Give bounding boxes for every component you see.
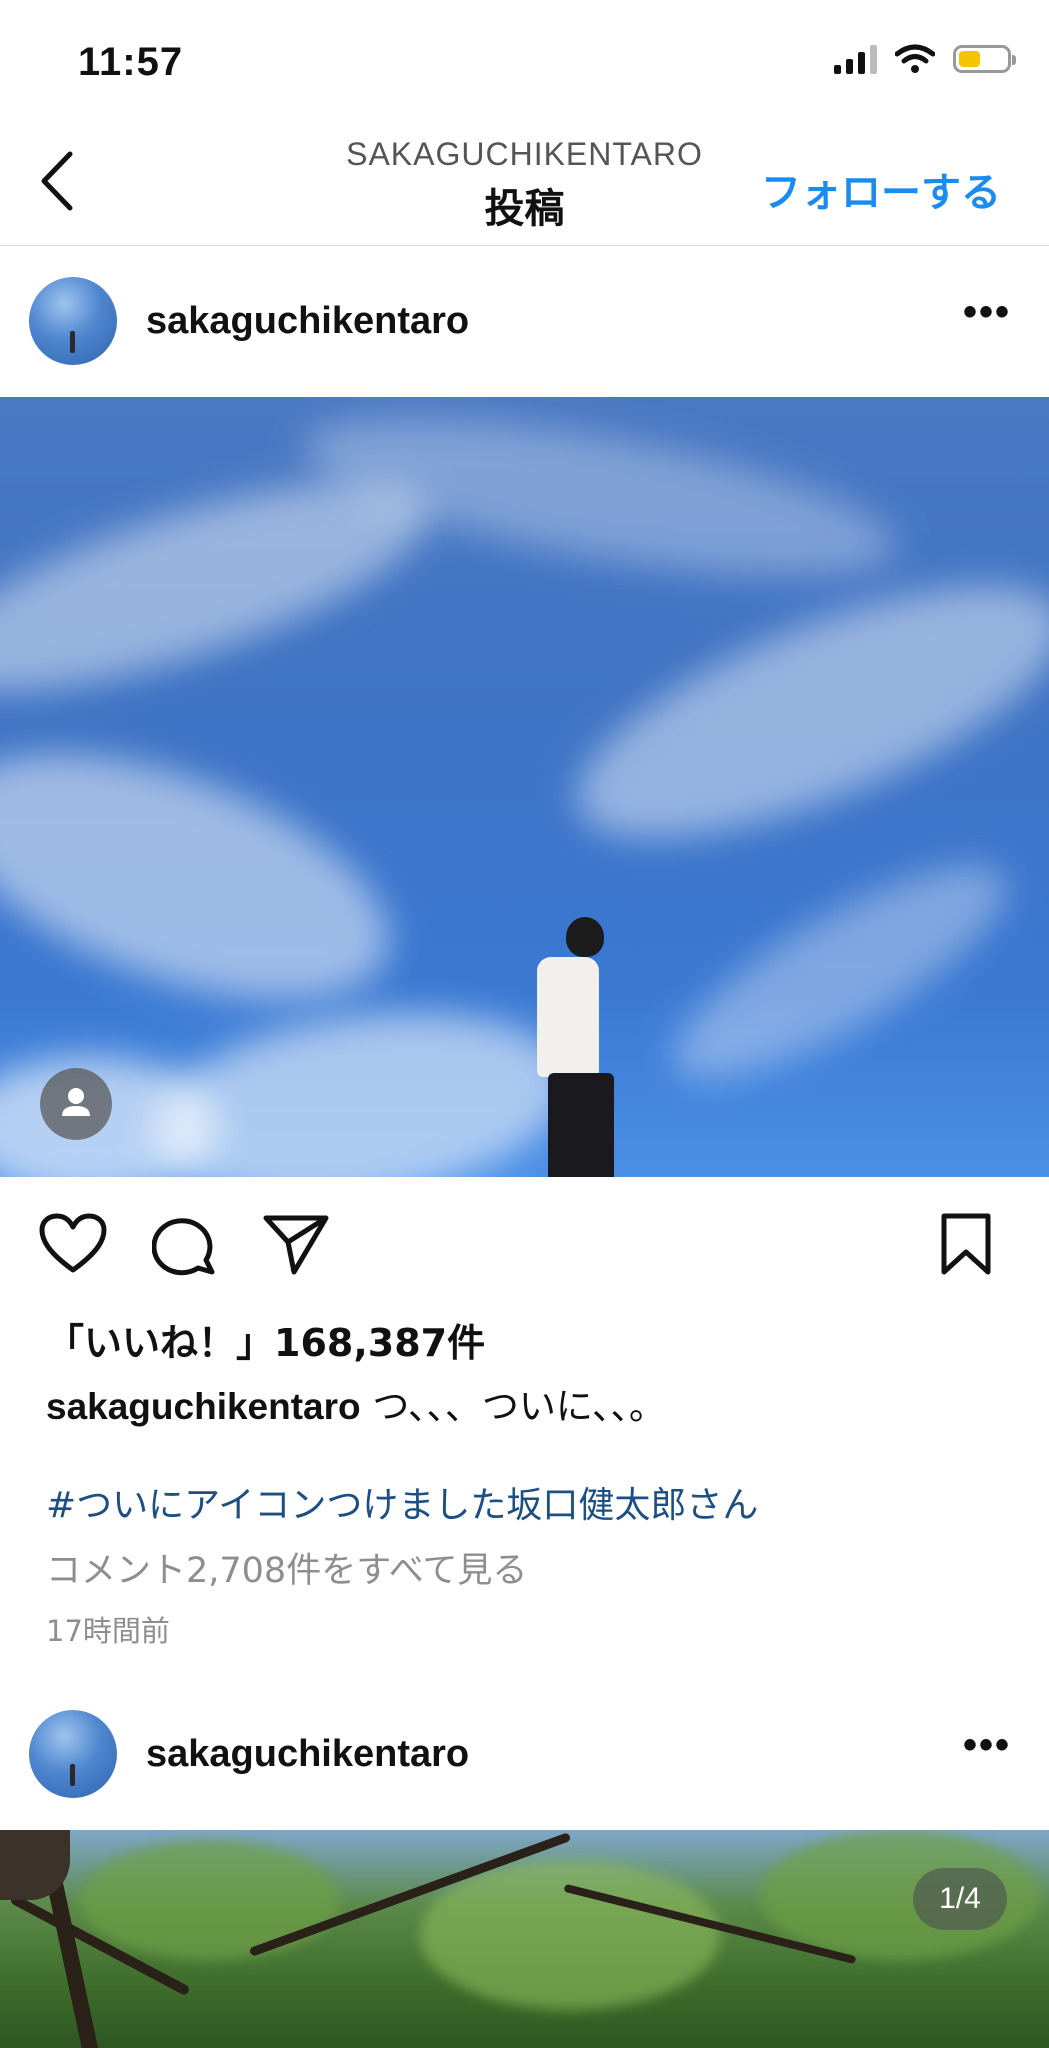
comment-icon[interactable] (152, 1212, 216, 1276)
post-photo[interactable] (0, 397, 1049, 1177)
status-icons (834, 44, 1016, 74)
wifi-icon (895, 44, 935, 73)
carousel-counter: 1/4 (913, 1868, 1007, 1930)
person-figure (566, 917, 604, 957)
post-caption: sakaguchikentaro つ、、、ついに、、。 (46, 1376, 666, 1430)
status-time: 11:57 (78, 40, 184, 84)
more-options-icon[interactable]: ••• (963, 290, 1011, 335)
more-options-icon[interactable]: ••• (963, 1723, 1011, 1768)
avatar[interactable] (29, 277, 117, 365)
like-count[interactable]: 「いいね！」168,387件 (46, 1312, 485, 1367)
post-username[interactable]: sakaguchikentaro (146, 300, 469, 343)
view-all-comments-link[interactable]: コメント2,708件をすべて見る (46, 1542, 527, 1593)
post-photo[interactable] (0, 1830, 1049, 2048)
signal-icon (834, 44, 877, 74)
caption-username[interactable]: sakaguchikentaro (46, 1386, 361, 1427)
like-heart-icon[interactable] (38, 1212, 108, 1276)
tagged-people-button[interactable] (40, 1068, 112, 1140)
person-icon (62, 1088, 90, 1116)
share-send-icon[interactable] (262, 1212, 330, 1276)
bookmark-icon[interactable] (940, 1212, 992, 1276)
avatar[interactable] (29, 1710, 117, 1798)
caption-text: つ、、、ついに、、。 (372, 1385, 666, 1428)
header-divider (0, 245, 1049, 246)
post-timestamp: 17時間前 (46, 1614, 170, 1648)
hashtag-link[interactable]: #ついにアイコンつけました坂口健太郎さん (46, 1476, 758, 1528)
follow-button[interactable]: フォローする (761, 160, 1001, 218)
post-username[interactable]: sakaguchikentaro (146, 1733, 469, 1776)
battery-icon (953, 45, 1016, 73)
